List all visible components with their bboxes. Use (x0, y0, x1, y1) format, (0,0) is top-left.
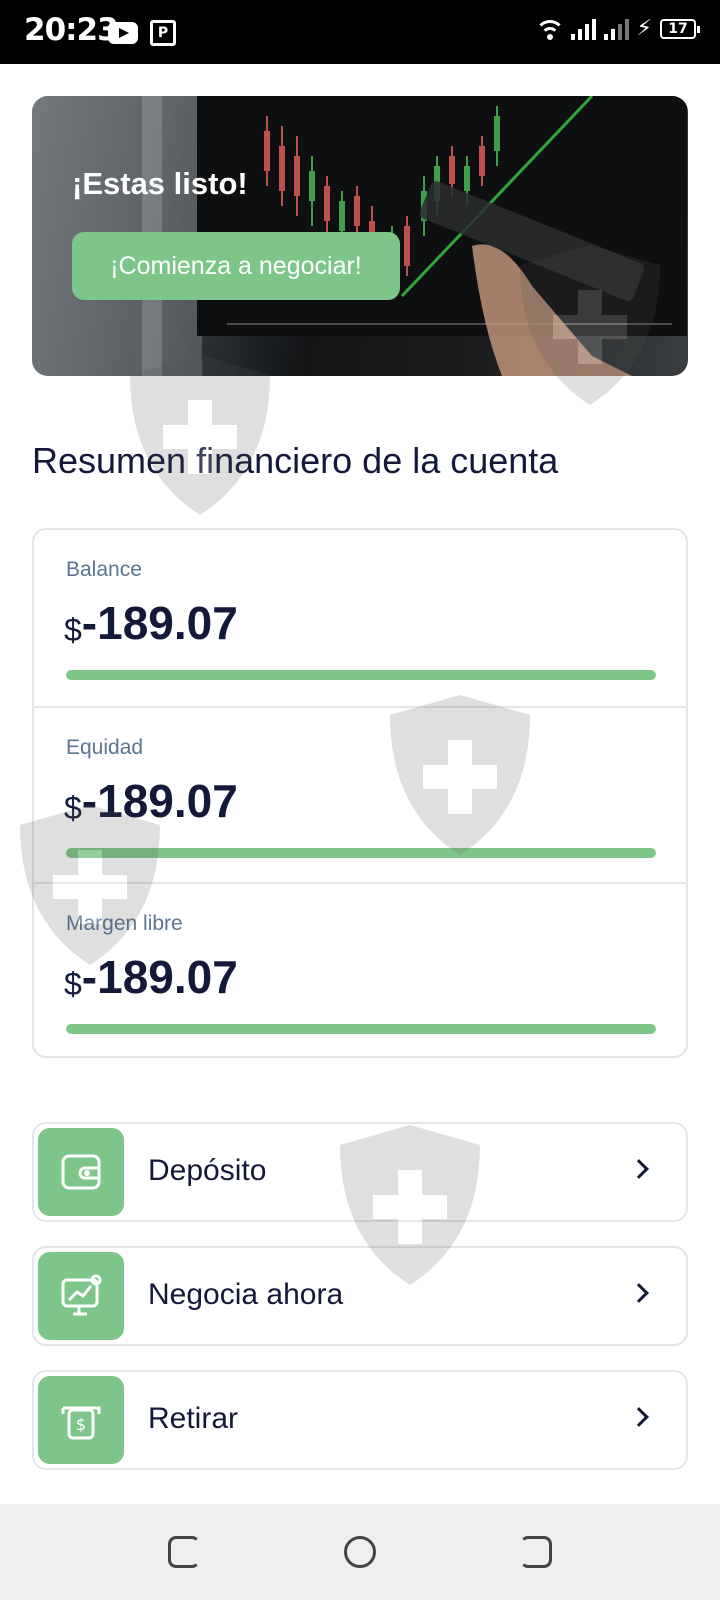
progress-fill (66, 1024, 656, 1034)
wallet-icon (38, 1128, 124, 1216)
chevron-right-icon (629, 1159, 649, 1179)
currency-symbol: $ (64, 790, 82, 826)
metric-amount: -189.07 (81, 951, 238, 1003)
chevron-right-icon (629, 1407, 649, 1427)
metric-value: $-189.07 (64, 596, 238, 650)
system-nav-bar (0, 1504, 720, 1600)
svg-text:$: $ (76, 1415, 86, 1434)
summary-title: Resumen financiero de la cuenta (32, 440, 559, 481)
signal-icon (570, 18, 596, 40)
metric-label: Balance (66, 558, 142, 581)
battery-icon: 17 (660, 19, 700, 39)
chevron-right-icon (629, 1283, 649, 1303)
metric-amount: -189.07 (81, 597, 238, 649)
signal-icon-secondary (603, 18, 629, 40)
metric-value: $-189.07 (64, 774, 238, 828)
metric-balance: Balance $-189.07 (34, 530, 686, 706)
trade-chart-icon (38, 1252, 124, 1340)
metric-equity: Equidad $-189.07 (34, 706, 686, 882)
action-label: Negocia ahora (148, 1278, 344, 1311)
youtube-icon (108, 22, 138, 44)
withdraw-button[interactable]: $ Retirar (32, 1370, 688, 1470)
currency-symbol: $ (64, 612, 82, 648)
metric-label: Equidad (66, 736, 144, 759)
wifi-icon (536, 18, 563, 40)
progress-fill (66, 670, 656, 680)
metric-progress-bar (66, 848, 656, 858)
back-icon[interactable] (520, 1536, 552, 1568)
charging-icon: ⚡ (636, 16, 652, 41)
withdraw-cash-icon: $ (38, 1376, 124, 1464)
status-time: 20:23 (24, 12, 119, 48)
deposit-button[interactable]: Depósito (32, 1122, 688, 1222)
status-icons: ⚡ 17 (536, 16, 700, 41)
action-label: Depósito (148, 1154, 267, 1187)
metric-progress-bar (66, 670, 656, 680)
banner-title: ¡Estas listo! (72, 166, 248, 201)
financial-summary-card: Balance $-189.07 Equidad $-189.07 Margen… (32, 528, 688, 1058)
metric-amount: -189.07 (81, 775, 238, 827)
picture-icon: P (150, 20, 176, 46)
status-bar: 20:23 P ⚡ 17 (0, 0, 720, 64)
progress-fill (66, 848, 656, 858)
recent-apps-icon[interactable] (168, 1536, 200, 1568)
home-icon[interactable] (344, 1536, 376, 1568)
currency-symbol: $ (64, 966, 82, 1002)
trade-now-button[interactable]: Negocia ahora (32, 1246, 688, 1346)
metric-progress-bar (66, 1024, 656, 1034)
promo-banner[interactable]: ¡Estas listo! ¡Comienza a negociar! (32, 96, 688, 376)
metric-value: $-189.07 (64, 950, 238, 1004)
metric-label: Margen libre (66, 912, 183, 935)
action-label: Retirar (148, 1402, 239, 1435)
metric-free-margin: Margen libre $-189.07 (34, 882, 686, 1058)
start-trading-button[interactable]: ¡Comienza a negociar! (72, 232, 400, 300)
